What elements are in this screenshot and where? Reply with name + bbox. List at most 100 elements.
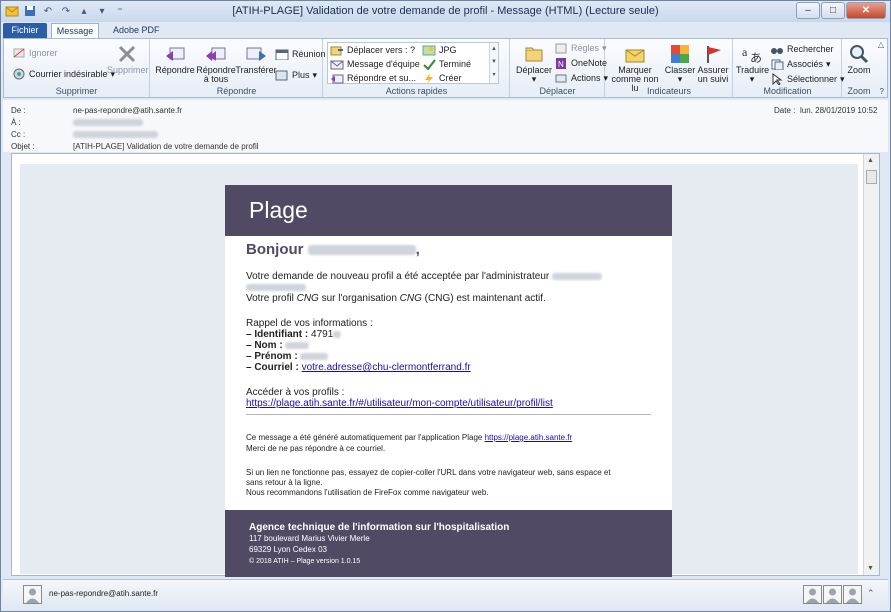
quick-step-2[interactable]: Message d'équipe <box>330 58 420 70</box>
move-button[interactable]: Déplacer ▾ <box>514 44 554 84</box>
group-repondre: Répondre Répondre à tous Transférer Réun… <box>151 39 326 97</box>
magnifier-icon <box>850 45 869 64</box>
related-icon <box>771 59 784 70</box>
date-value: lun. 28/01/2019 10:52 <box>800 106 878 115</box>
vertical-scrollbar[interactable]: ▲ ▼ <box>863 154 879 575</box>
brand-title: Plage <box>249 197 308 223</box>
reply-all-button[interactable]: Répondre à tous <box>195 44 237 84</box>
courriel-line: – Courriel : votre.adresse@chu-clermontf… <box>246 362 471 373</box>
quick-step-1[interactable]: Déplacer vers : ? <box>330 44 415 56</box>
scroll-up-icon[interactable]: ▲ <box>867 157 874 164</box>
calendar-icon <box>275 49 289 60</box>
dropdown-arrow-icon: ▾ <box>749 74 755 84</box>
related-button[interactable]: Associés ▾ <box>770 58 831 70</box>
junk-mail-icon <box>13 68 25 80</box>
more-button[interactable]: Plus ▾ <box>275 69 317 81</box>
more-label: Plus <box>292 69 310 80</box>
group-modification: aあ Traduire ▾ Rechercher Associés ▾ Séle… <box>734 39 845 97</box>
categorize-icon <box>671 45 689 63</box>
quick-step-6[interactable]: Créer <box>422 72 462 84</box>
subject-label: Objet : <box>11 142 35 151</box>
gallery-scroll[interactable]: ▲ ▼ ▾ <box>489 43 498 83</box>
supprimer-button[interactable]: Supprimer <box>107 44 149 75</box>
date-label: Date : <box>774 106 796 115</box>
to-value[interactable] <box>73 118 143 127</box>
tab-file[interactable]: Fichier <box>3 23 47 39</box>
subject-value: [ATIH-PLAGE] Validation de votre demande… <box>73 142 259 151</box>
group-label-actions-rapides: Actions rapides <box>385 86 448 96</box>
plage-link[interactable]: https://plage.atih.sante.fr <box>485 433 573 442</box>
contact-avatar-1[interactable] <box>803 585 822 604</box>
checkmark-icon <box>423 59 436 70</box>
dropdown-arrow-icon: ▾ <box>531 74 537 84</box>
admin-name-line <box>246 282 306 293</box>
email-banner: Plage <box>225 185 672 236</box>
scroll-down-icon[interactable]: ▼ <box>867 565 874 572</box>
quick-step-3[interactable]: Répondre et su... <box>330 72 416 84</box>
contact-avatar-2[interactable] <box>823 585 842 604</box>
quick-step-label: JPG <box>439 44 457 55</box>
translate-button[interactable]: aあ Traduire ▾ <box>736 44 769 84</box>
prenom-line: – Prénom : <box>246 351 329 362</box>
onenote-button[interactable]: N OneNote <box>554 57 607 69</box>
divider <box>246 414 651 415</box>
select-label: Sélectionner <box>787 73 838 84</box>
footer-copyright: © 2018 ATIH – Plage version 1.0.15 <box>249 558 361 565</box>
meeting-button[interactable]: Réunion <box>275 48 326 60</box>
svg-text:N: N <box>558 60 564 69</box>
profile-list-link[interactable]: https://plage.atih.sante.fr/#/utilisateu… <box>246 398 553 409</box>
move-to-icon <box>330 46 343 56</box>
acceder-heading: Accéder à vos profils : <box>246 387 345 398</box>
reply-button[interactable]: Répondre <box>153 44 197 75</box>
profile-list-line: https://plage.atih.sante.fr/#/utilisateu… <box>246 398 553 409</box>
identifiant-label: – Identifiant : <box>246 329 309 340</box>
profile-active-line: Votre profil CNG sur l'organisation CNG … <box>246 293 546 304</box>
help-icon[interactable]: ? <box>880 87 884 96</box>
dropdown-arrow-icon: ▾ <box>312 69 318 80</box>
svg-text:a: a <box>742 45 748 59</box>
categorize-button[interactable]: Classer ▾ <box>663 44 697 84</box>
quick-step-label: Créer <box>439 72 462 83</box>
from-value[interactable]: ne-pas-repondre@atih.sante.fr <box>73 106 182 115</box>
find-button[interactable]: Rechercher <box>770 43 834 55</box>
cc-value[interactable] <box>73 130 158 139</box>
zoom-button[interactable]: Zoom <box>845 44 873 75</box>
rappel-heading: Rappel de vos informations : <box>246 318 373 329</box>
tab-message[interactable]: Message <box>51 23 99 39</box>
reply-all-label-2: à tous <box>203 74 229 84</box>
minimize-button[interactable]: – <box>796 2 820 19</box>
actions-button[interactable]: Actions ▾ <box>554 72 608 84</box>
sender-avatar[interactable] <box>23 585 42 604</box>
courriel-link[interactable]: votre.adresse@chu-clermontferrand.fr <box>302 362 471 373</box>
maximize-button[interactable]: □ <box>821 2 845 19</box>
quick-step-label: Déplacer vers : ? <box>347 44 416 55</box>
select-button[interactable]: Sélectionner ▾ <box>770 73 845 85</box>
follow-up-button[interactable]: Assurer un suivi <box>695 44 731 84</box>
message-header: De : ne-pas-repondre@atih.sante.fr À : C… <box>3 100 888 152</box>
quick-step-4[interactable]: JPG <box>422 44 457 56</box>
group-label-supprimer: Supprimer <box>55 86 98 96</box>
ribbon-tabs: Fichier Message Adobe PDF <box>1 22 890 39</box>
rules-icon <box>555 43 567 54</box>
forward-button[interactable]: Transférer <box>235 44 277 75</box>
close-button[interactable]: ✕ <box>846 2 886 19</box>
group-label-indicateurs: Indicateurs <box>646 86 692 96</box>
ignorer-button[interactable]: Ignorer <box>12 47 58 59</box>
rules-button[interactable]: Règles ▾ <box>554 42 607 54</box>
no-reply-line: Merci de ne pas répondre à ce courriel. <box>246 444 386 453</box>
junk-mail-button[interactable]: Courrier indésirable ▾ <box>12 68 115 80</box>
expand-people-pane-icon[interactable]: ⌃ <box>867 588 875 599</box>
quick-step-label: Répondre et su... <box>347 72 417 83</box>
contact-avatar-3[interactable] <box>843 585 862 604</box>
zoom-label: Zoom <box>847 65 871 75</box>
find-label: Rechercher <box>787 43 834 54</box>
translate-icon: aあ <box>742 45 762 64</box>
profile-text-c: (CNG) est maintenant actif. <box>421 293 546 304</box>
scroll-thumb[interactable] <box>866 170 877 184</box>
quick-step-5[interactable]: Terminé <box>422 58 471 70</box>
people-pane: ne-pas-repondre@atih.sante.fr ⌃ <box>3 579 888 609</box>
tab-adobe-pdf[interactable]: Adobe PDF <box>105 23 168 39</box>
collapse-ribbon-icon[interactable]: △ <box>878 40 884 49</box>
reply-delete-icon <box>331 74 344 84</box>
help-line-2: sans retour à la ligne. <box>246 478 323 487</box>
